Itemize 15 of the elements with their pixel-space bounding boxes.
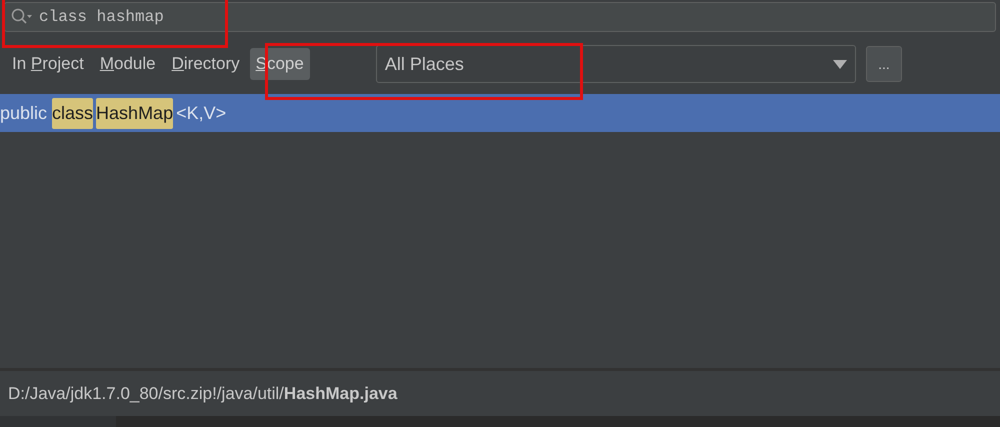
result-row[interactable]: public class HashMap <K,V> (0, 94, 1000, 132)
code-text: <K,V> (176, 102, 226, 124)
scope-tab[interactable]: Module (94, 48, 162, 80)
search-field[interactable]: class hashmap (4, 2, 996, 32)
more-button[interactable]: ... (866, 46, 902, 82)
match-highlight: HashMap (96, 98, 174, 128)
file-path: D:/Java/jdk1.7.0_80/src.zip!/java/util/HashMap.java (8, 382, 398, 405)
match-highlight: class (52, 98, 94, 128)
search-input[interactable]: class hashmap (39, 5, 989, 29)
dropdown-arrow-icon (833, 60, 847, 68)
code-text: public (0, 102, 48, 125)
search-icon (11, 8, 33, 26)
scope-dropdown[interactable]: All Places (376, 45, 856, 83)
scope-tab[interactable]: In Project (6, 48, 90, 80)
scope-tab[interactable]: Directory (166, 48, 246, 80)
